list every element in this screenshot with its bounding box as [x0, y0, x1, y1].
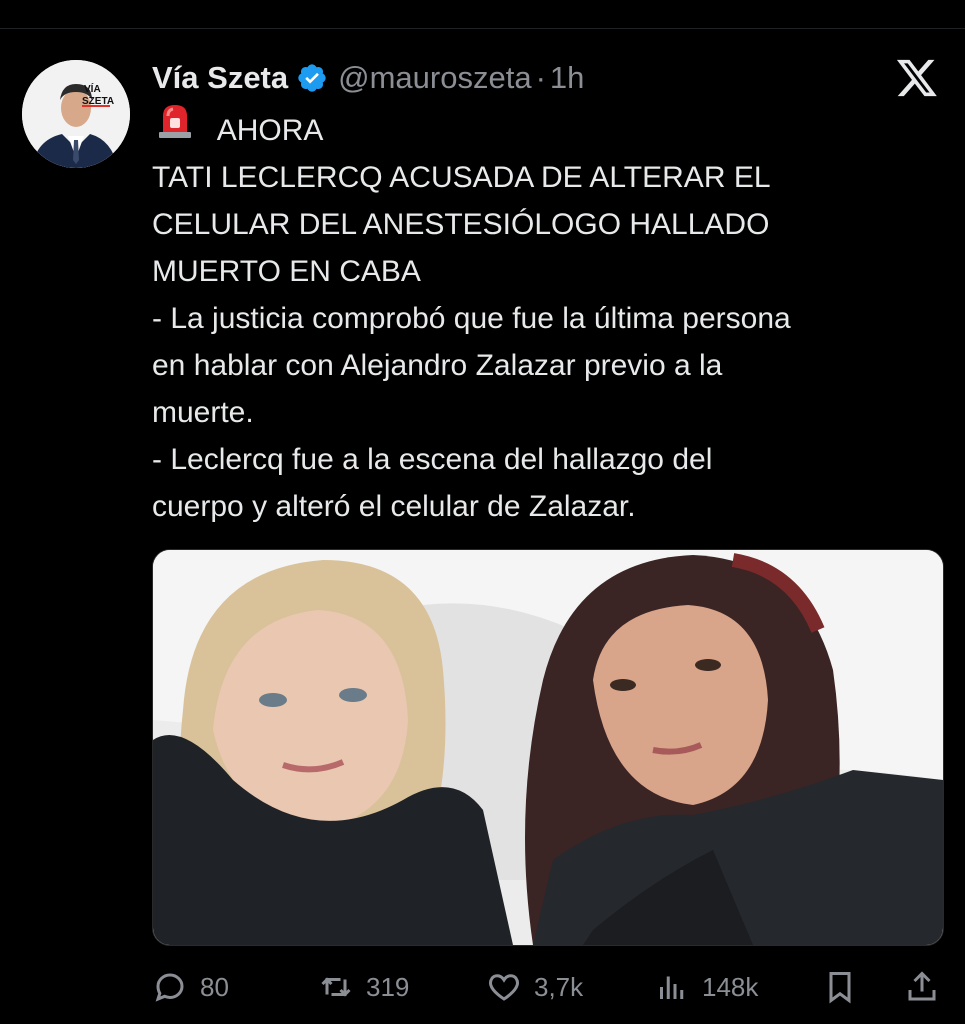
views-chart-icon: [660, 976, 684, 999]
like-count: 3,7k: [534, 971, 584, 1002]
tweet-header: Vía Szeta @mauroszeta · 1h: [152, 56, 584, 100]
verified-badge-icon: [298, 64, 326, 92]
header-separator: ·: [535, 60, 546, 95]
top-divider: [0, 28, 965, 29]
avatar-logo-line1: VÍA: [84, 82, 101, 95]
heart-icon: [489, 974, 519, 1001]
tweet-actions: 80 319 3,7k 148k: [152, 962, 942, 1012]
author-name[interactable]: Vía Szeta: [152, 60, 288, 96]
tweet-line-8: - Leclercq fue a la escena del hallazgo …: [152, 443, 713, 476]
views-count: 148k: [702, 971, 759, 1002]
retweet-count: 319: [366, 971, 410, 1002]
tweet-timestamp[interactable]: 1h: [550, 60, 584, 96]
reply-icon: [155, 973, 184, 1002]
tweet-photo[interactable]: [152, 549, 944, 946]
reply-button[interactable]: 80: [152, 962, 229, 1012]
tweet-line-5: - La justicia comprobó que fue la última…: [152, 302, 791, 335]
retweet-button[interactable]: 319: [318, 962, 409, 1012]
like-button[interactable]: 3,7k: [486, 962, 583, 1012]
author-handle[interactable]: @mauroszeta: [338, 60, 531, 96]
bookmark-icon: [829, 972, 851, 1004]
share-icon: [908, 971, 936, 1001]
tweet-line-6: en hablar con Alejandro Zalazar previo a…: [152, 349, 723, 382]
x-logo-icon: [896, 59, 937, 97]
reply-count: 80: [200, 971, 229, 1002]
police-light-icon: [159, 105, 191, 138]
tweet-line-ahora: AHORA: [152, 102, 952, 154]
bookmark-button[interactable]: [822, 962, 870, 1012]
tweet-line-4: MUERTO EN CABA: [152, 255, 421, 288]
tweet-line-9: cuerpo y alteró el celular de Zalazar.: [152, 490, 636, 523]
tweet-line-1: AHORA: [216, 114, 324, 147]
avatar[interactable]: VÍA SZETA: [22, 60, 130, 168]
tweet-line-2: TATI LECLERCQ ACUSADA DE ALTERAR EL: [152, 161, 771, 194]
share-button[interactable]: [904, 962, 952, 1012]
tweet-text: AHORA TATI LECLERCQ ACUSADA DE ALTERAR E…: [152, 102, 952, 530]
tweet-line-3: CELULAR DEL ANESTESIÓLOGO HALLADO: [152, 208, 770, 241]
views-button[interactable]: 148k: [654, 962, 758, 1012]
retweet-icon: [321, 977, 351, 997]
tweet-line-7: muerte.: [152, 396, 254, 429]
